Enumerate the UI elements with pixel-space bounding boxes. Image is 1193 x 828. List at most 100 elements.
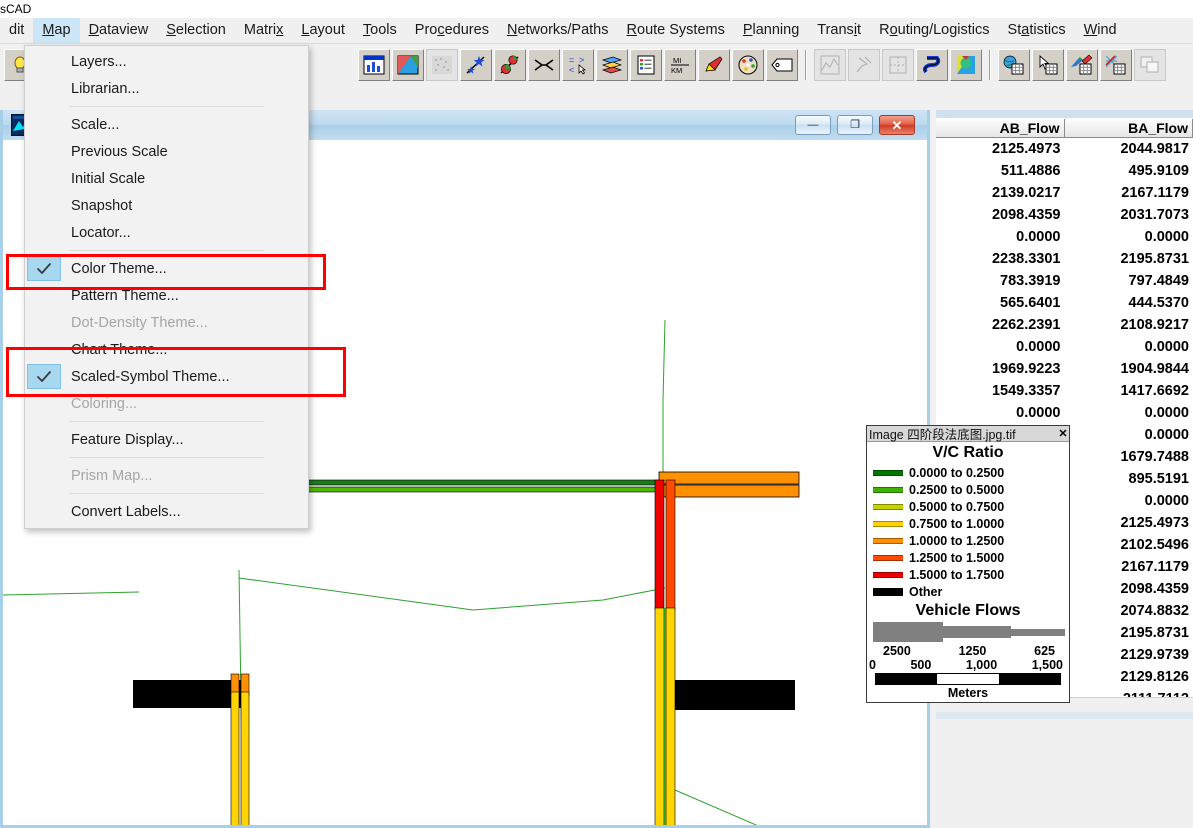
menu-item-color-theme[interactable]: Color Theme... (25, 255, 308, 282)
desire-lines-tool-icon[interactable] (528, 49, 560, 81)
legend-class-row: 0.2500 to 0.5000 (873, 481, 1069, 498)
table-row[interactable]: 2125.4973 2044.9817 (936, 138, 1193, 160)
legend-class-list: 0.0000 to 0.2500 0.2500 to 0.5000 0.5000 t… (867, 464, 1069, 600)
legend-titlebar[interactable]: Image 四阶段法底图.jpg.tif ✕ (867, 426, 1069, 442)
cell-ab_flow: 2098.4359 (991, 207, 1061, 223)
units-mi-km-tool-icon[interactable]: MI KM (664, 49, 696, 81)
vehicle-flow-tick: 625 (1034, 644, 1055, 658)
clear-table-tool-icon[interactable] (1100, 49, 1132, 81)
menu-item-label: Feature Display... (71, 431, 184, 448)
menu-map[interactable]: Map (33, 18, 80, 43)
menu-layout[interactable]: Layout (292, 18, 354, 43)
menu-item-previous-scale[interactable]: Previous Scale (25, 138, 308, 165)
cell-ba_flow: 495.9109 (1128, 163, 1189, 179)
menu-item-pattern-theme[interactable]: Pattern Theme... (25, 282, 308, 309)
layers-tool-icon[interactable] (596, 49, 628, 81)
cell-ba_flow: 2195.8731 (1120, 625, 1189, 641)
transcad-application-window: sCAD dit Map Dataview Selection Matrix Layout… (0, 0, 1193, 828)
menu-routing-logistics[interactable]: Routing/Logistics (870, 18, 998, 43)
close-button[interactable]: ✕ (879, 115, 915, 135)
paint-table-tool-icon[interactable] (1066, 49, 1098, 81)
legend-close-icon[interactable]: ✕ (1057, 426, 1069, 441)
legend-color-swatch (873, 587, 903, 596)
label-tool-icon[interactable] (766, 49, 798, 81)
menu-route-systems[interactable]: Route Systems (618, 18, 734, 43)
menu-item-layers[interactable]: Layers... (25, 48, 308, 75)
menu-item-initial-scale[interactable]: Initial Scale (25, 165, 308, 192)
map-legend-panel[interactable]: Image 四阶段法底图.jpg.tif ✕ V/C Ratio 0.0000 … (866, 425, 1070, 703)
legend-color-swatch (873, 571, 903, 578)
map-thematic-tool-icon[interactable] (950, 49, 982, 81)
menu-planning[interactable]: Planning (734, 18, 808, 43)
toolbar-separator-3 (989, 50, 991, 80)
table-row[interactable]: 1969.9223 1904.9844 (936, 358, 1193, 380)
check-slot (27, 139, 61, 164)
chart-theme-tool-icon[interactable] (358, 49, 390, 81)
menu-item-label: Previous Scale (71, 143, 168, 160)
table-row[interactable]: 565.6401 444.5370 (936, 292, 1193, 314)
menu-procedures[interactable]: Procedures (406, 18, 498, 43)
scale-unit-label: Meters (947, 686, 989, 700)
check-slot (27, 310, 61, 335)
legend-color-swatch (873, 520, 903, 527)
cell-ba_flow: 2108.9217 (1120, 317, 1189, 333)
legend-tool-icon[interactable] (630, 49, 662, 81)
route-system-tool-icon[interactable] (916, 49, 948, 81)
scale-bar-segment (876, 674, 938, 684)
menu-selection[interactable]: Selection (157, 18, 235, 43)
menu-item-convert-labels[interactable]: Convert Labels... (25, 498, 308, 525)
menu-matrix[interactable]: Matrix (235, 18, 292, 43)
cell-ba_flow: 1679.7488 (1120, 449, 1189, 465)
menu-item-snapshot[interactable]: Snapshot (25, 192, 308, 219)
table-row[interactable]: 2139.0217 2167.1179 (936, 182, 1193, 204)
menu-item-feature-display[interactable]: Feature Display... (25, 426, 308, 453)
highlighter-tool-icon[interactable] (698, 49, 730, 81)
table-row[interactable]: 2238.3301 2195.8731 (936, 248, 1193, 270)
menu-item-scale[interactable]: Scale... (25, 111, 308, 138)
menu-wind[interactable]: Wind (1075, 18, 1126, 43)
menu-transit[interactable]: Transit (808, 18, 870, 43)
menu-item-scaled-symbol-theme[interactable]: Scaled-Symbol Theme... (25, 363, 308, 390)
globe-table-tool-icon[interactable] (998, 49, 1030, 81)
svg-text:<: < (569, 65, 574, 75)
column-header-ba_flow[interactable]: BA_Flow (1065, 119, 1193, 137)
menu-item-chart-theme[interactable]: Chart Theme... (25, 336, 308, 363)
menu-tools[interactable]: Tools (354, 18, 406, 43)
cell-ba_flow: 2098.4359 (1120, 581, 1189, 597)
application-title: sCAD (0, 0, 1193, 18)
menu-item-label: Dot-Density Theme... (71, 314, 208, 331)
menu-label: Map (42, 22, 71, 38)
scale-bar-segment (937, 674, 999, 684)
menu-item-locator[interactable]: Locator... (25, 219, 308, 246)
table-row[interactable]: 0.0000 0.0000 (936, 336, 1193, 358)
table-row[interactable]: 511.4886 495.9109 (936, 160, 1193, 182)
table-row[interactable]: 783.3919 797.4849 (936, 270, 1193, 292)
table-row[interactable]: 2262.2391 2108.9217 (936, 314, 1193, 336)
menu-dit[interactable]: dit (0, 18, 33, 43)
menu-item-label: Initial Scale (71, 170, 146, 187)
column-header-ab_flow[interactable]: AB_Flow (936, 119, 1065, 137)
table-row[interactable]: 2098.4359 2031.7073 (936, 204, 1193, 226)
table-row[interactable]: 0.0000 0.0000 (936, 226, 1193, 248)
table-row[interactable]: 0.0000 0.0000 (936, 402, 1193, 424)
menu-networks-paths[interactable]: Networks/Paths (498, 18, 618, 43)
menu-dataview[interactable]: Dataview (80, 18, 158, 43)
minimize-button[interactable]: — (795, 115, 831, 135)
pie-chart-theme-tool-icon[interactable] (494, 49, 526, 81)
pointer-table-tool-icon[interactable] (1032, 49, 1064, 81)
menu-item-librarian[interactable]: Librarian... (25, 75, 308, 102)
toolbar-group-themes: = > < MI KM (354, 47, 802, 83)
table-row[interactable]: 1549.3357 1417.6692 (936, 380, 1193, 402)
maximize-button[interactable]: ❐ (837, 115, 873, 135)
cell-ab_flow: 511.4886 (1000, 163, 1061, 179)
scaled-symbol-theme-tool-icon[interactable] (460, 49, 492, 81)
palette-tool-icon[interactable] (732, 49, 764, 81)
legend-color-swatch (873, 486, 903, 493)
check-slot (27, 166, 61, 191)
menu-statistics[interactable]: Statistics (999, 18, 1075, 43)
menu-item-label: Color Theme... (71, 260, 167, 277)
color-theme-tool-icon[interactable] (392, 49, 424, 81)
menu-label: Selection (166, 22, 226, 38)
compare-tool-icon[interactable]: = > < (562, 49, 594, 81)
map-dropdown-menu[interactable]: Layers... Librarian... Scale... Previous Sc… (24, 45, 309, 529)
